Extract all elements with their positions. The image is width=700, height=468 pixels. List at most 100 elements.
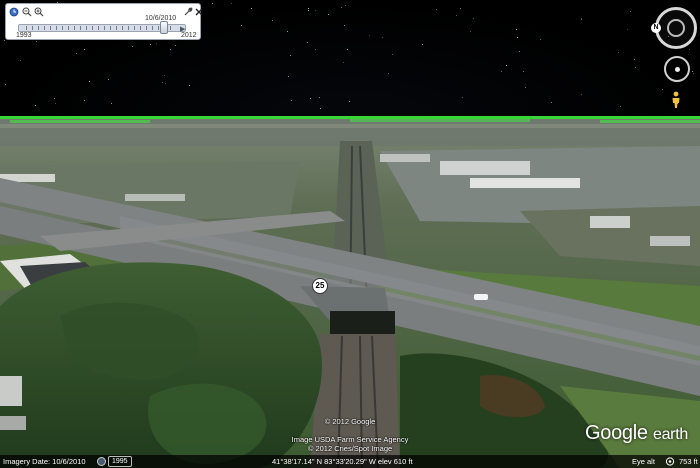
attribution-usda: Image USDA Farm Service Agency (291, 435, 409, 444)
star (341, 7, 342, 8)
star (635, 67, 636, 68)
star (349, 101, 350, 102)
google-earth-logo: Google earth (585, 422, 688, 445)
star (551, 102, 552, 103)
star (519, 51, 520, 52)
star (162, 82, 163, 83)
star (540, 39, 541, 40)
star (662, 89, 663, 90)
star (175, 45, 176, 46)
star (689, 49, 690, 50)
status-bar: Imagery Date: 10/6/2010 1995 41°38'17.14… (0, 455, 700, 468)
star (5, 84, 6, 85)
wrench-icon[interactable] (183, 7, 193, 17)
star (35, 105, 36, 106)
star (156, 43, 157, 44)
star (76, 53, 77, 54)
star (89, 81, 90, 82)
star (319, 97, 320, 98)
star (36, 41, 37, 42)
star (84, 100, 85, 101)
north-indicator[interactable]: N (651, 23, 661, 33)
star (164, 75, 165, 76)
logo-word-earth: earth (652, 426, 688, 443)
close-icon[interactable] (194, 7, 204, 17)
star (241, 25, 242, 26)
pan-control[interactable] (664, 56, 690, 82)
star (627, 29, 628, 30)
zoom-in-icon[interactable] (34, 7, 44, 17)
star (231, 3, 232, 4)
pointer-coordinates: 41°38'17.14" N 83°33'20.29" W elev 610 f… (272, 457, 413, 466)
attribution-google: © 2012 Google (324, 417, 376, 426)
time-slider-ticks (26, 26, 176, 30)
star (581, 19, 582, 20)
star (345, 5, 346, 6)
time-slider-thumb[interactable] (160, 21, 168, 34)
star (388, 73, 389, 74)
look-around-compass-ring[interactable] (655, 7, 697, 49)
historical-imagery-time-slider[interactable]: 10/6/2010 ◀ ▶ 1993 2012 (5, 3, 204, 40)
star (618, 52, 619, 53)
logo-word-google: Google (585, 422, 648, 444)
star (108, 79, 109, 80)
star (111, 103, 112, 104)
star (462, 97, 463, 98)
star (150, 44, 151, 45)
zoom-out-icon[interactable] (22, 7, 32, 17)
star (470, 31, 471, 32)
star (288, 76, 289, 77)
star (630, 11, 631, 12)
street-view-person-icon[interactable] (670, 91, 682, 109)
star (189, 85, 190, 86)
star (315, 10, 316, 11)
star (422, 44, 423, 45)
star (320, 108, 321, 109)
star (460, 8, 461, 9)
star (308, 10, 309, 11)
pan-center-dot (675, 67, 680, 72)
star (308, 8, 309, 9)
star (523, 71, 524, 72)
star (307, 42, 308, 43)
star (20, 60, 21, 61)
star (693, 73, 694, 74)
aerial-imagery-view[interactable] (0, 116, 700, 468)
star (272, 20, 273, 21)
star (132, 46, 133, 47)
star (287, 31, 288, 32)
eye-altitude-value: 753 ft (679, 457, 698, 466)
star (315, 49, 316, 50)
historical-year-badge[interactable]: 1995 (108, 456, 132, 467)
star (165, 83, 166, 84)
star (392, 54, 393, 55)
star (634, 59, 635, 60)
star (517, 37, 518, 38)
historical-imagery-icon[interactable] (97, 457, 106, 466)
clock-icon[interactable] (9, 7, 19, 17)
star (382, 37, 383, 38)
compass-inner-ring (667, 19, 685, 37)
star (347, 49, 348, 50)
star (525, 87, 526, 88)
star (473, 18, 474, 19)
star (581, 94, 582, 95)
star (516, 29, 517, 30)
star (251, 8, 252, 9)
star (170, 49, 171, 50)
star (620, 106, 621, 107)
star (290, 55, 291, 56)
start-year-label: 1993 (16, 32, 32, 39)
star (369, 35, 370, 36)
star (344, 25, 345, 26)
route-shield-label[interactable]: 25 (312, 278, 328, 294)
eye-altitude-label: Eye alt (632, 457, 655, 466)
end-year-label: 2012 (181, 32, 197, 39)
imagery-date: Imagery Date: 10/6/2010 (3, 457, 86, 466)
star (501, 71, 502, 72)
star (506, 65, 507, 66)
star (84, 49, 85, 50)
star (343, 62, 344, 63)
star (310, 98, 311, 99)
terrain-graphic (0, 116, 700, 468)
